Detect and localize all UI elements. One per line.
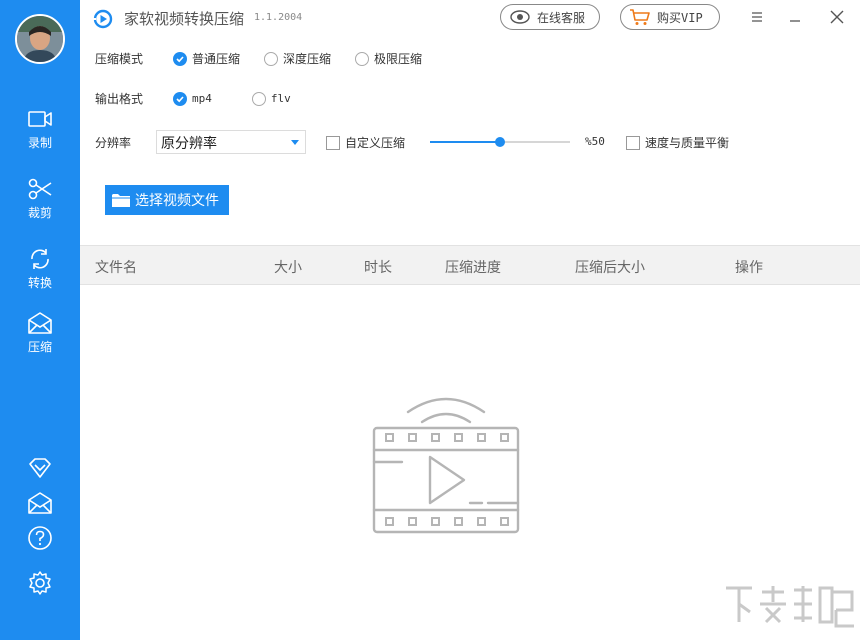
quality-slider[interactable]	[430, 137, 570, 147]
nav-compress[interactable]: 压缩	[0, 310, 80, 366]
output-format-label: 输出格式	[95, 92, 144, 106]
column-actions: 操作	[735, 260, 763, 276]
nav-convert[interactable]: 转换	[0, 246, 80, 302]
diamond-icon[interactable]	[27, 455, 53, 481]
checked-icon	[173, 51, 187, 66]
online-support-label: 在线客服	[537, 10, 586, 25]
minimize-icon[interactable]	[784, 6, 806, 28]
cart-icon	[630, 9, 650, 25]
column-size: 大小	[274, 260, 302, 276]
mode-deep-radio[interactable]: 深度压缩	[264, 50, 331, 67]
buy-vip-label: 购买VIP	[657, 10, 703, 25]
column-duration: 时长	[364, 260, 392, 276]
mode-extreme-label: 极限压缩	[374, 52, 423, 66]
custom-compress-checkbox[interactable]: 自定义压缩	[326, 134, 405, 151]
checkbox-icon	[626, 135, 640, 150]
checked-icon	[173, 91, 187, 106]
checkbox-icon	[326, 135, 340, 150]
resolution-select[interactable]: 原分辨率	[156, 130, 306, 154]
nav-convert-label: 转换	[27, 276, 52, 290]
settings-icon[interactable]	[27, 570, 53, 596]
mode-normal-label: 普通压缩	[192, 52, 241, 66]
mode-normal-radio[interactable]: 普通压缩	[173, 50, 240, 67]
format-mp4-label: mp4	[192, 92, 212, 105]
nav-record[interactable]: 录制	[0, 106, 80, 162]
radio-empty-icon	[355, 51, 370, 66]
close-icon[interactable]	[826, 6, 848, 28]
buy-vip-button[interactable]: 购买VIP	[620, 4, 720, 30]
headset-icon	[510, 10, 530, 24]
output-format-row: 输出格式 mp4 flv	[95, 90, 315, 107]
chevron-down-icon	[291, 140, 299, 145]
slider-thumb[interactable]	[495, 137, 505, 147]
watermark-logo	[726, 586, 854, 628]
resolution-value: 原分辨率	[161, 136, 217, 152]
sidebar: 录制 裁剪 转换 压缩	[0, 0, 80, 640]
mail-icon[interactable]	[27, 490, 53, 516]
nav-trim-label: 裁剪	[27, 206, 52, 220]
quality-value: %50	[585, 135, 605, 148]
column-compressed-size: 压缩后大小	[575, 260, 645, 276]
resolution-label: 分辨率	[95, 136, 132, 150]
radio-empty-icon	[264, 51, 279, 66]
format-flv-label: flv	[270, 92, 291, 105]
compress-mode-row: 压缩模式 普通压缩 深度压缩 极限压缩	[95, 50, 446, 67]
convert-icon	[31, 249, 49, 269]
app-title: 家软视频转换压缩	[124, 10, 245, 28]
user-avatar[interactable]	[15, 14, 65, 64]
format-mp4-radio[interactable]: mp4	[173, 91, 212, 106]
file-table-header: 文件名 大小 时长 压缩进度 压缩后大小 操作	[80, 245, 860, 285]
slider-fill	[430, 141, 500, 143]
compress-mode-label: 压缩模式	[95, 52, 144, 66]
record-icon	[28, 111, 52, 127]
compress-icon	[28, 312, 52, 334]
mode-extreme-radio[interactable]: 极限压缩	[355, 50, 422, 67]
nav-trim[interactable]: 裁剪	[0, 176, 80, 232]
balance-checkbox[interactable]: 速度与质量平衡	[626, 134, 729, 151]
column-progress: 压缩进度	[445, 260, 501, 276]
title-bar: 家软视频转换压缩 1.1.2004 在线客服 购买VIP	[80, 0, 860, 36]
choose-video-button[interactable]: 选择视频文件	[105, 185, 229, 215]
nav-record-label: 录制	[27, 136, 52, 150]
nav-compress-label: 压缩	[27, 340, 52, 354]
custom-compress-label: 自定义压缩	[345, 136, 406, 150]
empty-video-icon	[372, 397, 520, 534]
online-support-button[interactable]: 在线客服	[500, 4, 600, 30]
balance-label: 速度与质量平衡	[645, 136, 730, 150]
app-version: 1.1.2004	[254, 12, 303, 23]
format-flv-radio[interactable]: flv	[251, 91, 291, 106]
mode-deep-label: 深度压缩	[283, 52, 332, 66]
app-logo-icon	[93, 9, 113, 29]
radio-empty-icon	[251, 91, 266, 106]
scissors-icon	[28, 178, 52, 200]
help-icon[interactable]	[27, 525, 53, 551]
menu-icon[interactable]	[746, 6, 768, 28]
folder-icon	[112, 194, 130, 207]
column-filename: 文件名	[95, 260, 137, 276]
choose-video-label: 选择视频文件	[135, 193, 219, 209]
